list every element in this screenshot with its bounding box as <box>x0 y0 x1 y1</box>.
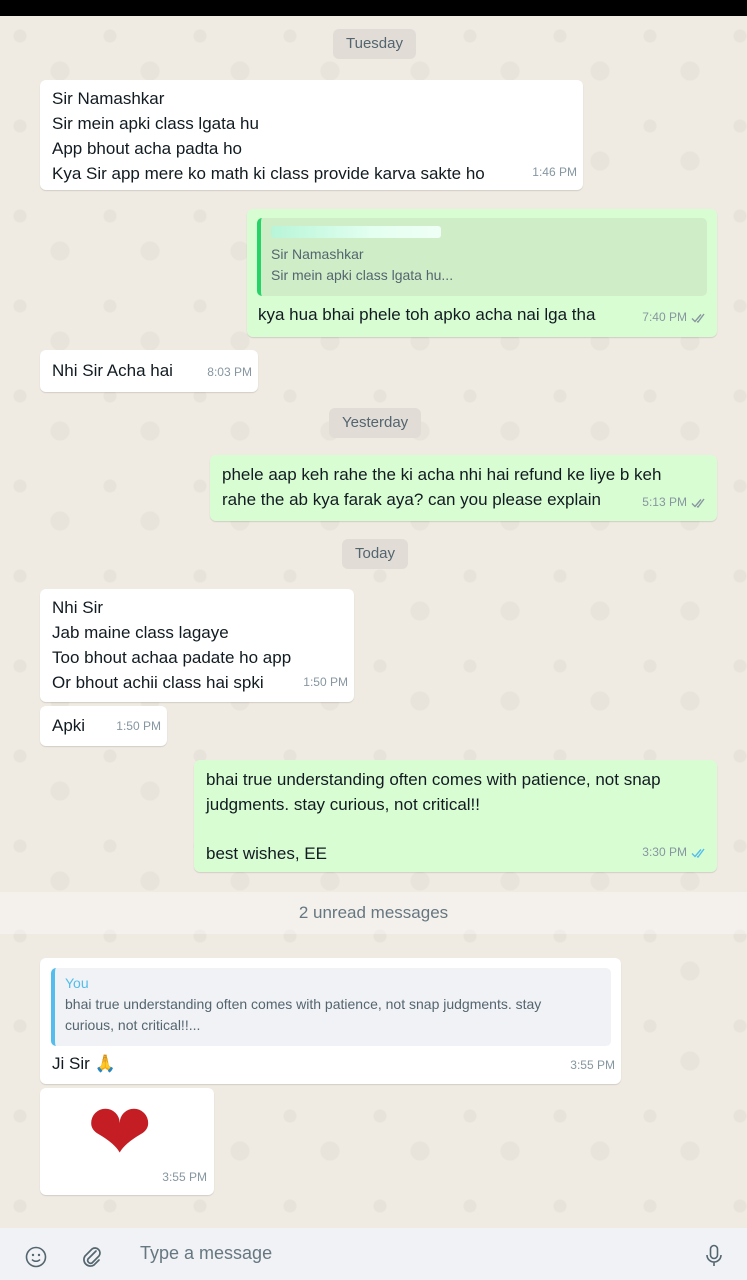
sticker-message[interactable]: ❤ 3:55 PM <box>40 1088 214 1195</box>
double-check-icon <box>691 848 705 858</box>
message-text: bhai true understanding often comes with… <box>206 770 661 789</box>
message-time: 3:30 PM <box>642 845 687 859</box>
quote-text: Sir Namashkar <box>271 246 364 262</box>
message-time: 1:50 PM <box>116 719 161 733</box>
message-text: Or bhout achii class hai spki <box>52 673 264 692</box>
message-outgoing[interactable]: phele aap keh rahe the ki acha nhi hai r… <box>210 455 717 521</box>
message-time: 8:03 PM <box>207 365 252 379</box>
quote-text: bhai true understanding often comes with… <box>65 996 542 1012</box>
double-check-icon <box>691 498 705 508</box>
message-text: rahe the ab kya farak aya? can you pleas… <box>222 490 601 509</box>
message-meta: 5:13 PM <box>642 490 707 515</box>
message-text: kya hua bhai phele toh apko acha nai lga… <box>258 305 596 324</box>
unread-messages-divider: 2 unread messages <box>0 892 747 934</box>
quote-author: You <box>65 975 89 991</box>
message-incoming[interactable]: Sir Namashkar Sir mein apki class lgata … <box>40 80 583 190</box>
message-outgoing[interactable]: Sir Namashkar Sir mein apki class lgata … <box>247 209 717 337</box>
message-text: phele aap keh rahe the ki acha nhi hai r… <box>222 465 662 484</box>
attach-icon[interactable] <box>81 1245 103 1269</box>
message-meta: 3:30 PM <box>642 840 707 865</box>
message-text: judgments. stay curious, not critical!! <box>206 795 481 814</box>
message-time: 7:40 PM <box>642 310 687 324</box>
quoted-message[interactable]: Sir Namashkar Sir mein apki class lgata … <box>257 218 707 296</box>
heart-sticker: ❤ <box>87 1088 153 1176</box>
mic-icon[interactable] <box>705 1244 723 1268</box>
message-incoming[interactable]: Nhi Sir Acha hai 8:03 PM <box>40 350 258 392</box>
message-text: App bhout acha padta ho <box>52 139 242 158</box>
message-time: 3:55 PM <box>570 1058 615 1072</box>
message-text: Too bhout achaa padate ho app <box>52 648 292 667</box>
message-text: Sir Namashkar <box>52 89 165 108</box>
message-input-bar: Type a message <box>0 1228 747 1280</box>
status-bar <box>0 0 747 16</box>
message-incoming[interactable]: Nhi Sir Jab maine class lagaye Too bhout… <box>40 589 354 702</box>
quote-text: Sir mein apki class lgata hu... <box>271 267 454 283</box>
message-input[interactable]: Type a message <box>140 1243 272 1264</box>
date-divider-today: Today <box>342 539 409 569</box>
message-incoming[interactable]: You bhai true understanding often comes … <box>40 958 621 1084</box>
message-text: Sir mein apki class lgata hu <box>52 114 259 133</box>
message-text: best wishes, EE <box>206 844 327 863</box>
message-incoming[interactable]: Apki 1:50 PM <box>40 706 167 746</box>
message-time: 5:13 PM <box>642 495 687 509</box>
emoji-icon[interactable] <box>25 1246 47 1268</box>
message-text: Nhi Sir <box>52 598 104 617</box>
message-time: 3:55 PM <box>162 1170 207 1184</box>
message-text: Jab maine class lagaye <box>52 623 229 642</box>
quote-text: curious, not critical!!... <box>65 1017 201 1033</box>
date-divider-yesterday: Yesterday <box>329 408 422 438</box>
message-time: 1:50 PM <box>303 675 348 689</box>
quoted-message[interactable]: You bhai true understanding often comes … <box>51 968 611 1046</box>
double-check-icon <box>691 313 705 323</box>
date-divider-tuesday: Tuesday <box>333 29 416 59</box>
message-meta: 7:40 PM <box>642 305 707 330</box>
quote-author-redacted <box>271 226 441 238</box>
message-time: 1:46 PM <box>532 165 577 179</box>
message-text: Kya Sir app mere ko math ki class provid… <box>52 164 485 183</box>
message-outgoing[interactable]: bhai true understanding often comes with… <box>194 760 717 872</box>
message-text: Ji Sir 🙏 <box>52 1054 116 1073</box>
